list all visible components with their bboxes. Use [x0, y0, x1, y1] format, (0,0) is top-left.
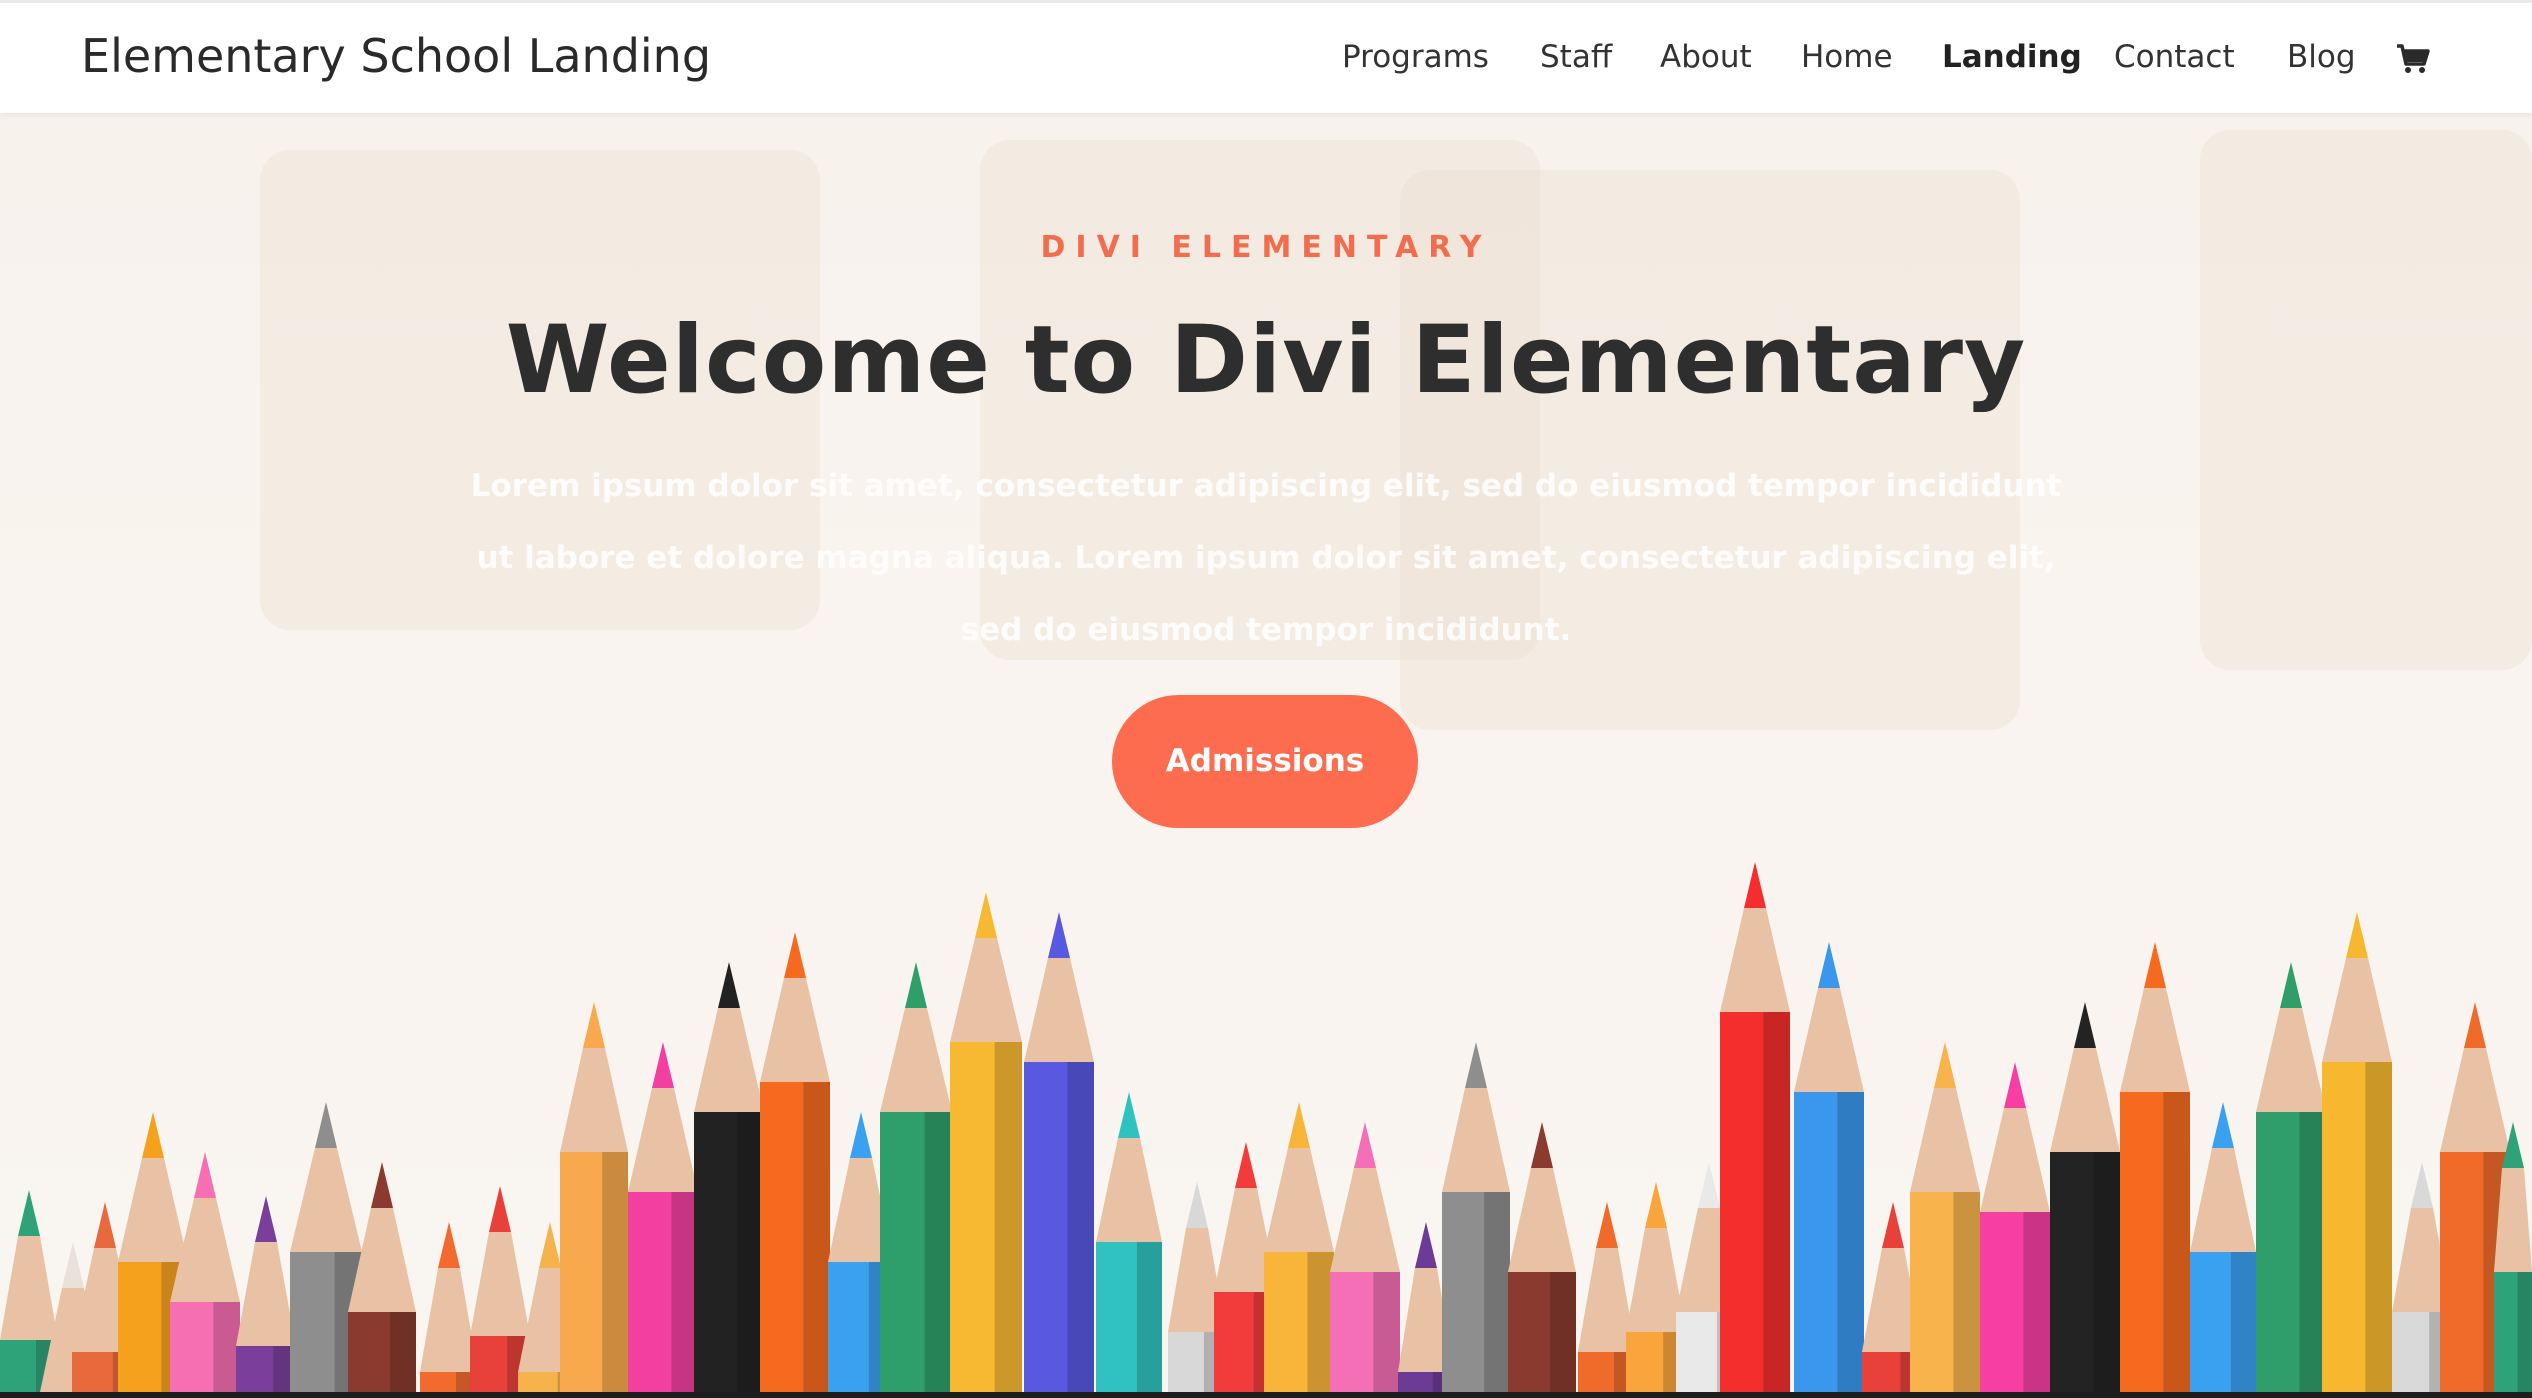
- pencil-graphic: [1330, 1122, 1400, 1392]
- pencil-graphic: [1910, 1042, 1980, 1392]
- main-nav: Programs Staff About Home Landing Contac…: [0, 39, 2532, 79]
- pencil-graphic: [2190, 1102, 2256, 1392]
- pencil-graphic: [1720, 862, 1790, 1392]
- pencil-graphic: [2050, 1002, 2120, 1392]
- pencil-graphic: [348, 1162, 416, 1392]
- pencil-graphic: [1264, 1102, 1334, 1392]
- pencil-graphic: [1442, 1042, 1510, 1392]
- pencil-graphic: [236, 1196, 296, 1392]
- nav-item-contact[interactable]: Contact: [2114, 39, 2235, 75]
- hero-eyebrow: DIVI ELEMENTARY: [1040, 230, 1492, 265]
- hero-title: Welcome to Divi Elementary: [505, 306, 2027, 415]
- hero-section: DIVI ELEMENTARY Welcome to Divi Elementa…: [0, 110, 2532, 1392]
- pencil-graphic: [760, 932, 830, 1392]
- pencil-graphic: [2120, 942, 2190, 1392]
- pencil-graphic: [2256, 962, 2326, 1392]
- pencil-graphic: [1508, 1122, 1576, 1392]
- nav-item-about[interactable]: About: [1660, 39, 1752, 75]
- pencil-graphic: [1096, 1092, 1162, 1392]
- pencil-graphic: [420, 1222, 478, 1392]
- nav-item-blog[interactable]: Blog: [2287, 39, 2356, 75]
- pencil-graphic: [880, 962, 952, 1392]
- shopping-cart-icon[interactable]: [2396, 43, 2430, 75]
- pencil-graphic: [1980, 1062, 2050, 1392]
- hero-intro-text: Lorem ipsum dolor sit amet, consectetur …: [470, 468, 2062, 648]
- pencil-graphic: [950, 892, 1022, 1392]
- nav-item-programs[interactable]: Programs: [1342, 39, 1489, 75]
- pencil-graphic: [170, 1152, 240, 1392]
- pencil-graphic: [2322, 912, 2392, 1392]
- pencil-graphic: [1794, 942, 1864, 1392]
- nav-item-home[interactable]: Home: [1801, 39, 1893, 75]
- pencil-graphic: [560, 1002, 628, 1392]
- pencil-graphic: [1024, 912, 1094, 1392]
- admissions-button[interactable]: Admissions: [1112, 695, 1418, 828]
- pencil-graphic: [628, 1042, 698, 1392]
- top-header: Elementary School Landing Programs Staff…: [0, 0, 2532, 113]
- nav-item-landing[interactable]: Landing: [1942, 39, 2082, 75]
- nav-item-staff[interactable]: Staff: [1540, 39, 1612, 75]
- pencil-graphic: [694, 962, 764, 1392]
- page-bottom-edge: [0, 1392, 2532, 1398]
